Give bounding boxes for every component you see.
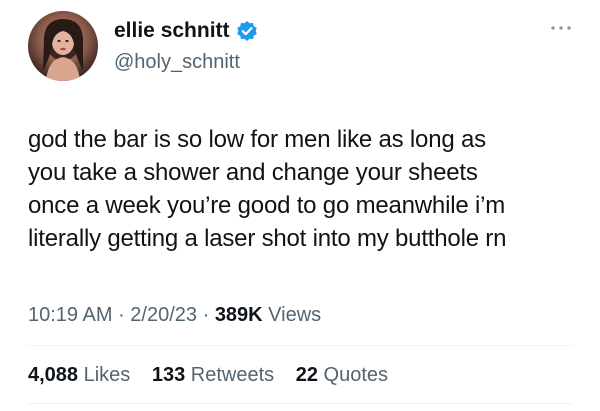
avatar[interactable] — [28, 11, 98, 81]
tweet-text: god the bar is so low for men like as lo… — [28, 123, 576, 255]
display-name[interactable]: ellie schnitt — [114, 19, 230, 43]
more-options-icon[interactable] — [550, 24, 572, 32]
likes-label: Likes — [78, 364, 131, 386]
tweet-stats: 4,088 Likes 133 Retweets 22 Quotes — [28, 364, 404, 387]
tweet-text-line: literally getting a laser shot into my b… — [28, 225, 507, 252]
tweet-date[interactable]: 2/20/23 — [130, 304, 197, 326]
verified-badge-icon — [236, 21, 257, 41]
retweets-stat[interactable]: 133 Retweets — [152, 364, 274, 386]
tweet-meta: 10:19 AM · 2/20/23 · 389K Views — [28, 304, 321, 327]
likes-stat[interactable]: 4,088 Likes — [28, 364, 130, 386]
author-handle[interactable]: @holy_schnitt — [114, 51, 240, 74]
meta-separator: · — [112, 304, 131, 326]
author-name-row: ellie schnitt — [114, 19, 258, 43]
tweet-text-line: you take a shower and change your sheets — [28, 159, 478, 186]
retweets-count: 133 — [151, 364, 186, 386]
views-count: 389K — [214, 304, 263, 326]
quotes-stat[interactable]: 22 Quotes — [296, 364, 388, 386]
likes-count: 4,088 — [28, 364, 79, 386]
avatar-image — [43, 19, 83, 81]
tweet-text-line: once a week you’re good to go meanwhile … — [28, 192, 506, 219]
quotes-label: Quotes — [318, 364, 389, 386]
tweet-time[interactable]: 10:19 AM — [28, 304, 113, 326]
divider — [28, 403, 572, 404]
tweet-text-line: god the bar is so low for men like as lo… — [28, 126, 486, 153]
divider — [28, 345, 572, 346]
tweet-card: ellie schnitt @holy_schnitt god the bar … — [0, 0, 600, 411]
views-label: Views — [262, 304, 322, 326]
retweets-label: Retweets — [185, 364, 275, 386]
quotes-count: 22 — [295, 364, 318, 386]
meta-separator: · — [197, 304, 215, 326]
